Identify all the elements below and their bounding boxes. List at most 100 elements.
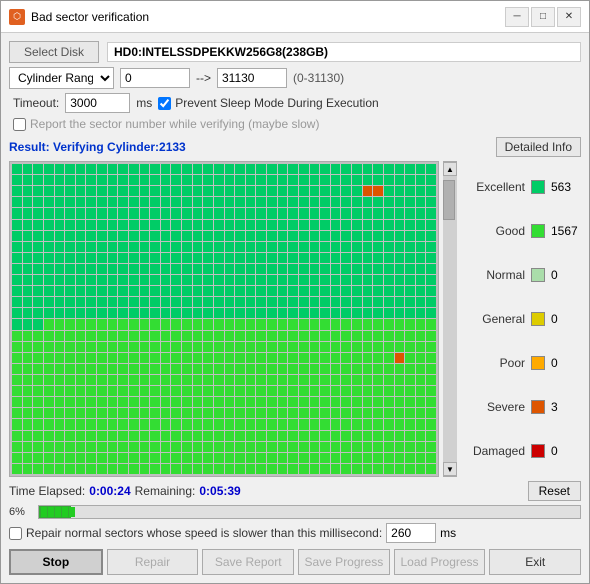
scrollbar-thumb[interactable] <box>443 180 455 220</box>
grid-cell <box>118 231 128 241</box>
grid-cell <box>416 453 426 463</box>
grid-cell <box>299 175 309 185</box>
save-progress-button[interactable]: Save Progress <box>298 549 390 575</box>
reset-button[interactable]: Reset <box>528 481 581 501</box>
report-sector-checkbox[interactable] <box>13 118 26 131</box>
grid-cell <box>44 164 54 174</box>
grid-cell <box>341 297 351 307</box>
scroll-up-button[interactable]: ▲ <box>443 162 457 176</box>
range-type-select[interactable]: Cylinder Range <box>9 67 114 89</box>
grid-cell <box>288 208 298 218</box>
grid-cell <box>246 375 256 385</box>
grid-cell <box>278 431 288 441</box>
grid-cell <box>193 431 203 441</box>
minimize-button[interactable]: ─ <box>505 7 529 27</box>
grid-cell <box>161 197 171 207</box>
grid-cell <box>320 386 330 396</box>
grid-cell <box>426 342 436 352</box>
timeout-ms-label: ms <box>136 96 152 110</box>
grid-cell <box>140 453 150 463</box>
grid-cell <box>288 286 298 296</box>
timeout-input[interactable] <box>65 93 130 113</box>
grid-cell <box>267 264 277 274</box>
grid-cell <box>118 186 128 196</box>
grid-cell <box>65 275 75 285</box>
grid-cell <box>150 375 160 385</box>
select-disk-button[interactable]: Select Disk <box>9 41 99 63</box>
grid-cell <box>320 353 330 363</box>
grid-cell <box>161 453 171 463</box>
grid-cell <box>65 419 75 429</box>
grid-cell <box>426 231 436 241</box>
grid-cell <box>395 342 405 352</box>
grid-cell <box>246 186 256 196</box>
grid-cell <box>118 308 128 318</box>
grid-cell <box>331 264 341 274</box>
grid-cell <box>23 442 33 452</box>
grid-cell <box>203 464 213 474</box>
grid-cell <box>320 242 330 252</box>
prevent-sleep-label[interactable]: Prevent Sleep Mode During Execution <box>175 96 378 110</box>
grid-cell <box>97 208 107 218</box>
grid-cell <box>331 242 341 252</box>
grid-scrollbar[interactable]: ▲ ▼ <box>443 161 457 477</box>
grid-cell <box>86 186 96 196</box>
grid-cell <box>405 442 415 452</box>
grid-cell <box>150 208 160 218</box>
grid-cell <box>235 197 245 207</box>
load-progress-button[interactable]: Load Progress <box>394 549 486 575</box>
grid-cell <box>278 164 288 174</box>
exit-button[interactable]: Exit <box>489 549 581 575</box>
grid-cell <box>118 242 128 252</box>
close-button[interactable]: ✕ <box>557 7 581 27</box>
grid-cell <box>426 353 436 363</box>
range-end-input[interactable] <box>217 68 287 88</box>
stop-button[interactable]: Stop <box>9 549 103 575</box>
prevent-sleep-checkbox[interactable] <box>158 97 171 110</box>
repair-button[interactable]: Repair <box>107 549 199 575</box>
report-sector-label[interactable]: Report the sector number while verifying… <box>30 117 319 131</box>
grid-cell <box>214 342 224 352</box>
grid-cell <box>214 386 224 396</box>
grid-cell <box>214 186 224 196</box>
grid-cell <box>129 231 139 241</box>
repair-checkbox[interactable] <box>9 527 22 540</box>
scroll-down-button[interactable]: ▼ <box>443 462 457 476</box>
grid-cell <box>182 208 192 218</box>
save-report-button[interactable]: Save Report <box>202 549 294 575</box>
grid-cell <box>12 286 22 296</box>
grid-cell <box>86 408 96 418</box>
grid-cell <box>288 364 298 374</box>
detailed-info-button[interactable]: Detailed Info <box>496 137 581 157</box>
grid-cell <box>55 464 65 474</box>
grid-cell <box>150 431 160 441</box>
grid-cell <box>225 197 235 207</box>
grid-cell <box>363 453 373 463</box>
time-elapsed-value: 0:00:24 <box>89 484 130 498</box>
legend-item: Damaged 0 <box>461 444 581 458</box>
grid-cell <box>235 386 245 396</box>
scrollbar-track[interactable] <box>443 176 457 462</box>
grid-cell <box>161 353 171 363</box>
grid-cell <box>140 464 150 474</box>
grid-cell <box>65 220 75 230</box>
grid-cell <box>12 431 22 441</box>
grid-cell <box>12 175 22 185</box>
grid-cell <box>203 308 213 318</box>
grid-cell <box>55 297 65 307</box>
range-start-input[interactable] <box>120 68 190 88</box>
grid-cell <box>341 408 351 418</box>
grid-cell <box>352 364 362 374</box>
grid-cell <box>97 175 107 185</box>
grid-cell <box>97 408 107 418</box>
grid-cell <box>33 186 43 196</box>
maximize-button[interactable]: □ <box>531 7 555 27</box>
grid-cell <box>363 297 373 307</box>
grid-cell <box>373 408 383 418</box>
grid-cell <box>97 442 107 452</box>
repair-label[interactable]: Repair normal sectors whose speed is slo… <box>26 526 382 540</box>
grid-cell <box>76 197 86 207</box>
grid-cell <box>341 442 351 452</box>
repair-ms-input[interactable] <box>386 523 436 543</box>
grid-cell <box>384 286 394 296</box>
